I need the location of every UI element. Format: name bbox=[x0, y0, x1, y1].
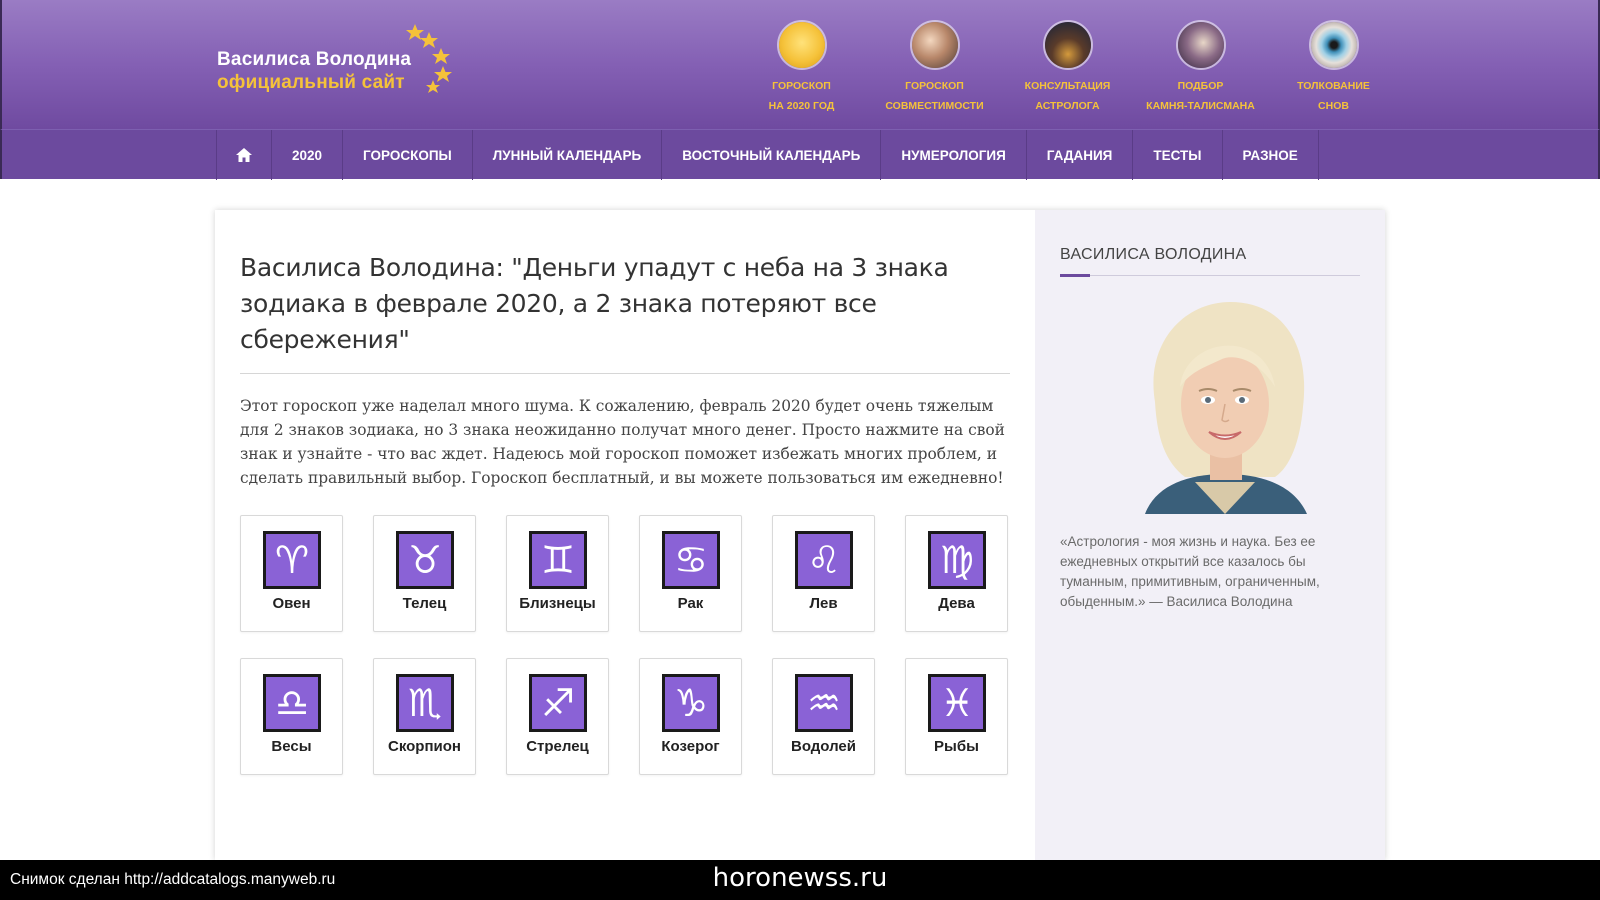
aquarius-icon: ♒ bbox=[795, 674, 853, 732]
zodiac-card-cancer[interactable]: ♋ Рак bbox=[639, 515, 742, 632]
sidebar-divider bbox=[1060, 275, 1360, 276]
zodiac-card-capricorn[interactable]: ♑ Козерог bbox=[639, 658, 742, 775]
zodiac-label: Водолей bbox=[790, 738, 856, 755]
home-icon bbox=[236, 148, 252, 162]
zodiac-label: Дева bbox=[938, 595, 975, 612]
nav-item-numerology[interactable]: Нумерология bbox=[881, 130, 1027, 180]
service-dream-interpretation[interactable]: Толкование снов bbox=[1267, 18, 1400, 118]
sidebar: Василиса Володина bbox=[1035, 210, 1385, 860]
article-title: Василиса Володина: "Деньги упадут с неба… bbox=[240, 253, 949, 354]
nav-item-eastern-calendar[interactable]: Восточный календарь bbox=[662, 130, 882, 180]
logo-title: Василиса Володина bbox=[217, 49, 412, 70]
service-label: Гороскоп на 2020 год bbox=[768, 80, 835, 112]
city-night-icon bbox=[1043, 20, 1093, 70]
sidebar-title: Василиса Володина bbox=[1060, 246, 1247, 263]
service-talisman-stone[interactable]: Подбор камня-талисмана bbox=[1134, 18, 1267, 118]
stars-icon bbox=[406, 24, 452, 93]
service-label: Толкование снов bbox=[1297, 80, 1370, 112]
top-services: Гороскоп на 2020 год Гороскоп совместимост… bbox=[735, 18, 1400, 118]
cancer-icon: ♋ bbox=[662, 531, 720, 589]
service-horoscope-2020[interactable]: Гороскоп на 2020 год bbox=[735, 18, 868, 118]
screenshot-footer: horonewss.ru Снимок сделан http://addcat… bbox=[0, 860, 1600, 900]
zodiac-card-sagittarius[interactable]: ♐ Стрелец bbox=[506, 658, 609, 775]
nav-item-misc[interactable]: Разное bbox=[1223, 130, 1319, 180]
zodiac-label: Рак bbox=[677, 595, 704, 612]
zodiac-label: Скорпион bbox=[388, 738, 461, 755]
screenshot-credit: Снимок сделан http://addcatalogs.manyweb… bbox=[10, 871, 336, 888]
sagittarius-icon: ♐ bbox=[529, 674, 587, 732]
gemini-icon: ♊ bbox=[529, 531, 587, 589]
main-nav: 2020 Гороскопы Лунный календарь Восточны… bbox=[0, 129, 1600, 180]
scorpio-icon: ♏ bbox=[396, 674, 454, 732]
article-intro: Этот гороскоп уже наделал много шума. К … bbox=[240, 397, 1005, 487]
content-card: Василиса Володина: "Деньги упадут с неба… bbox=[215, 210, 1385, 860]
gold-horse-icon bbox=[777, 20, 827, 70]
title-divider bbox=[240, 373, 1010, 374]
zodiac-card-aquarius[interactable]: ♒ Водолей bbox=[772, 658, 875, 775]
zodiac-label: Рыбы bbox=[934, 738, 979, 755]
article: Василиса Володина: "Деньги упадут с неба… bbox=[215, 210, 1035, 860]
gem-stones-icon bbox=[1176, 20, 1226, 70]
zodiac-card-aries[interactable]: ♈ Овен bbox=[240, 515, 343, 632]
zodiac-card-taurus[interactable]: ♉ Телец bbox=[373, 515, 476, 632]
service-astrologer-consultation[interactable]: Консультация астролога bbox=[1001, 18, 1134, 118]
zodiac-card-leo[interactable]: ♌ Лев bbox=[772, 515, 875, 632]
zodiac-label: Овен bbox=[272, 595, 311, 612]
couple-photo-icon bbox=[910, 20, 960, 70]
site-logo[interactable]: Василиса Володина официальный сайт bbox=[217, 22, 467, 102]
capricorn-icon: ♑ bbox=[662, 674, 720, 732]
aries-icon: ♈ bbox=[263, 531, 321, 589]
zodiac-label: Стрелец bbox=[526, 738, 589, 755]
zodiac-label: Телец bbox=[402, 595, 447, 612]
service-label: Подбор камня-талисмана bbox=[1146, 80, 1255, 112]
virgo-icon: ♍ bbox=[928, 531, 986, 589]
service-label: Гороскоп совместимости bbox=[885, 80, 984, 112]
zodiac-label: Близнецы bbox=[519, 595, 596, 612]
nav-item-lunar-calendar[interactable]: Лунный календарь bbox=[473, 130, 663, 180]
zodiac-card-gemini[interactable]: ♊ Близнецы bbox=[506, 515, 609, 632]
nav-item-2020[interactable]: 2020 bbox=[272, 130, 344, 180]
service-compatibility[interactable]: Гороскоп совместимости bbox=[868, 18, 1001, 118]
zodiac-card-pisces[interactable]: ♓ Рыбы bbox=[905, 658, 1008, 775]
taurus-icon: ♉ bbox=[396, 531, 454, 589]
pisces-icon: ♓ bbox=[928, 674, 986, 732]
libra-icon: ♎ bbox=[263, 674, 321, 732]
eye-icon bbox=[1309, 20, 1359, 70]
nav-item-tests[interactable]: Тесты bbox=[1133, 130, 1223, 180]
zodiac-label: Весы bbox=[271, 738, 312, 755]
logo-subtitle: официальный сайт bbox=[217, 72, 405, 93]
zodiac-card-scorpio[interactable]: ♏ Скорпион bbox=[373, 658, 476, 775]
leo-icon: ♌ bbox=[795, 531, 853, 589]
zodiac-card-virgo[interactable]: ♍ Дева bbox=[905, 515, 1008, 632]
site-header: Василиса Володина официальный сайт Горос… bbox=[0, 0, 1600, 129]
zodiac-label: Козерог bbox=[661, 738, 720, 755]
author-quote: «Астрология - моя жизнь и наука. Без ее … bbox=[1060, 534, 1320, 609]
nav-item-horoscopes[interactable]: Гороскопы bbox=[343, 130, 473, 180]
zodiac-card-libra[interactable]: ♎ Весы bbox=[240, 658, 343, 775]
service-label: Консультация астролога bbox=[1024, 80, 1111, 112]
nav-home[interactable] bbox=[217, 130, 272, 180]
nav-item-divination[interactable]: Гадания bbox=[1027, 130, 1134, 180]
sidebar-divider-accent bbox=[1060, 274, 1090, 277]
zodiac-label: Лев bbox=[809, 595, 838, 612]
author-portrait bbox=[1125, 292, 1325, 514]
